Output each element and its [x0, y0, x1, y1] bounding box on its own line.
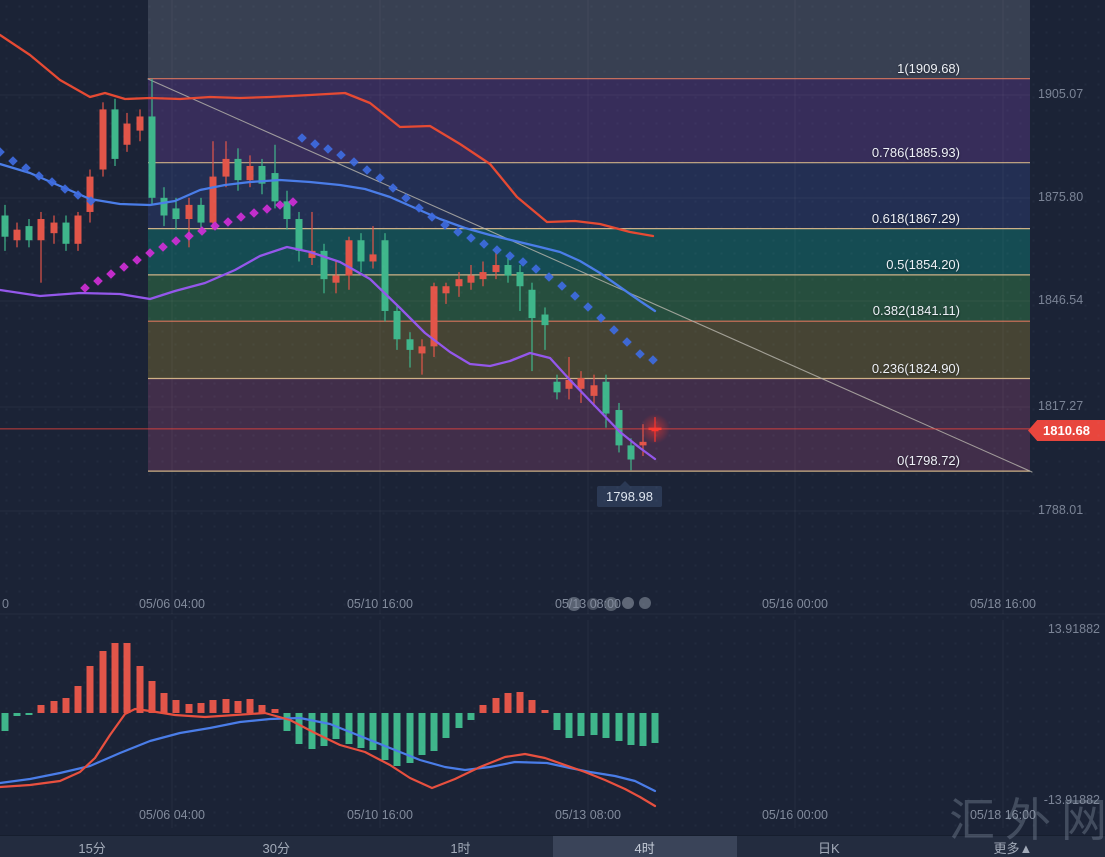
- indicator-max-label: 13.91882: [1048, 622, 1100, 636]
- timeframe-tab-4[interactable]: 4时: [553, 836, 737, 857]
- last-price-badge: 1810.68: [1028, 420, 1105, 441]
- macd-panel: [0, 643, 659, 806]
- price-chart-canvas[interactable]: [0, 0, 1105, 857]
- timeframe-toolbar: 15分30分1时4时日K更多▲: [0, 835, 1105, 857]
- timeframe-tab-2[interactable]: 30分: [184, 836, 368, 857]
- timeframe-tab-1[interactable]: 15分: [0, 836, 184, 857]
- sar-dots-blue-1: [0, 147, 96, 206]
- low-price-tooltip: 1798.98: [597, 486, 662, 507]
- watermark-dots: [567, 597, 651, 611]
- timeframe-tab-6[interactable]: 更多▲: [921, 836, 1105, 857]
- timeframe-tab-5[interactable]: 日K: [737, 836, 921, 857]
- indicator-min-label: -13.91882: [1044, 793, 1100, 807]
- timeframe-tab-3[interactable]: 1时: [368, 836, 552, 857]
- trading-app-screen: 1905.071875.801846.541817.271788.01 1(19…: [0, 0, 1105, 857]
